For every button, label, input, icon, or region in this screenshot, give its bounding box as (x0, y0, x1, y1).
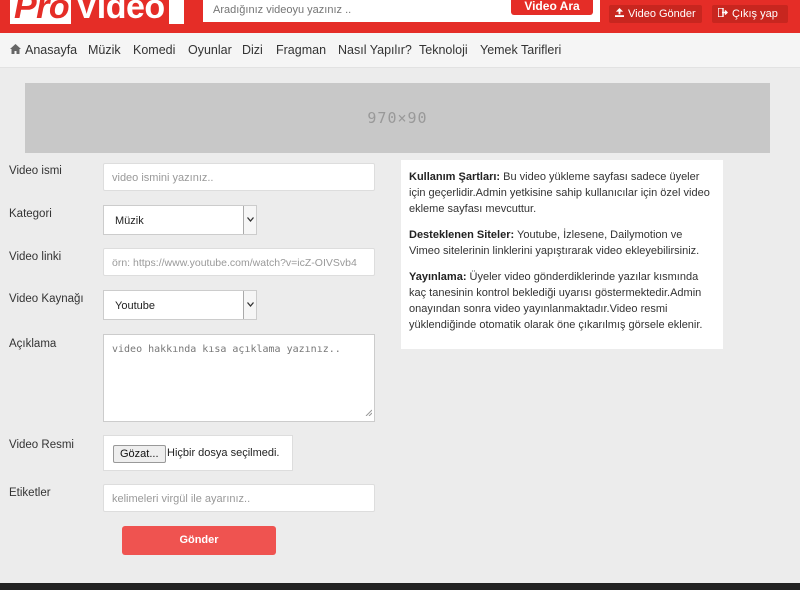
description-placeholder: video hakkında kısa açıklama yazınız.. (112, 344, 341, 355)
nav-item-fragman[interactable]: Fragman (276, 43, 326, 57)
video-image-file-input: Gözat... Hiçbir dosya seçilmedi. (103, 435, 293, 471)
publish-title: Yayınlama: (409, 271, 467, 283)
tags-placeholder: kelimeleri virgül ile ayarınız.. (112, 493, 251, 505)
sites-paragraph: Desteklenen Siteler: Youtube, İzlesene, … (409, 227, 715, 259)
main-nav: Anasayfa Müzik Komedi Oyunlar Dizi Fragm… (0, 33, 800, 68)
home-icon (10, 44, 21, 57)
resize-grip-icon[interactable] (365, 408, 373, 419)
video-name-input[interactable]: video ismini yazınız.. (103, 163, 375, 191)
sites-title: Desteklenen Siteler: (409, 229, 515, 241)
logout-label: Çıkış yap (732, 8, 778, 20)
browse-button[interactable]: Gözat... (113, 445, 166, 463)
ad-banner: 970×90 (25, 83, 770, 153)
chevron-down-icon (243, 206, 256, 234)
nav-item-teknoloji[interactable]: Teknoloji (419, 43, 468, 57)
file-status-text: Hiçbir dosya seçilmedi. (167, 447, 280, 459)
banner-size-text: 970×90 (367, 109, 428, 127)
tags-label: Etiketler (9, 487, 51, 499)
video-source-label: Video Kaynağı (9, 293, 84, 305)
site-logo[interactable]: Pro Video (10, 0, 184, 24)
video-link-label: Video linki (9, 251, 62, 263)
search-bar: Video Ara (203, 0, 600, 22)
category-label: Kategori (9, 208, 52, 220)
video-source-value: Youtube (115, 300, 155, 312)
terms-title: Kullanım Şartları: (409, 171, 501, 183)
send-video-label: Video Gönder (628, 8, 696, 20)
footer-bar (0, 583, 800, 590)
upload-icon (615, 6, 624, 24)
info-panel: Kullanım Şartları: Bu video yükleme sayf… (401, 160, 723, 349)
description-textarea[interactable]: video hakkında kısa açıklama yazınız.. (103, 334, 375, 422)
logout-button[interactable]: Çıkış yap (712, 5, 788, 23)
logo-pro-text: Pro (14, 0, 70, 24)
logo-video-text: Video (71, 0, 169, 24)
chevron-down-icon (243, 291, 256, 319)
category-select[interactable]: Müzik (103, 205, 257, 235)
video-name-label: Video ismi (9, 165, 62, 177)
sign-out-icon (717, 6, 728, 24)
nav-item-dizi[interactable]: Dizi (242, 43, 263, 57)
nav-item-oyunlar[interactable]: Oyunlar (188, 43, 232, 57)
send-video-button[interactable]: Video Gönder (609, 5, 702, 23)
header-bar: ProVideo Video Ara Video Gönder Çıkış ya… (0, 0, 800, 33)
submit-button[interactable]: Gönder (122, 526, 276, 555)
nav-item-muzik[interactable]: Müzik (88, 43, 121, 57)
video-link-placeholder: örn: https://www.youtube.com/watch?v=icZ… (112, 257, 357, 269)
search-input[interactable] (203, 0, 503, 22)
category-value: Müzik (115, 215, 144, 227)
nav-item-komedi[interactable]: Komedi (133, 43, 175, 57)
video-image-label: Video Resmi (9, 439, 74, 451)
terms-paragraph: Kullanım Şartları: Bu video yükleme sayf… (409, 169, 715, 217)
nav-label: Anasayfa (25, 43, 78, 57)
description-label: Açıklama (9, 338, 57, 350)
search-button[interactable]: Video Ara (511, 0, 593, 15)
tags-input[interactable]: kelimeleri virgül ile ayarınız.. (103, 484, 375, 512)
video-link-input[interactable]: örn: https://www.youtube.com/watch?v=icZ… (103, 248, 375, 276)
nav-item-yemek-tarifleri[interactable]: Yemek Tarifleri (480, 43, 561, 57)
video-source-select[interactable]: Youtube (103, 290, 257, 320)
nav-item-anasayfa[interactable]: Anasayfa (10, 43, 77, 57)
video-name-placeholder: video ismini yazınız.. (112, 172, 214, 184)
nav-item-nasil-yapilir[interactable]: Nasıl Yapılır? (338, 43, 412, 57)
publish-paragraph: Yayınlama: Üyeler video gönderdiklerinde… (409, 269, 715, 333)
